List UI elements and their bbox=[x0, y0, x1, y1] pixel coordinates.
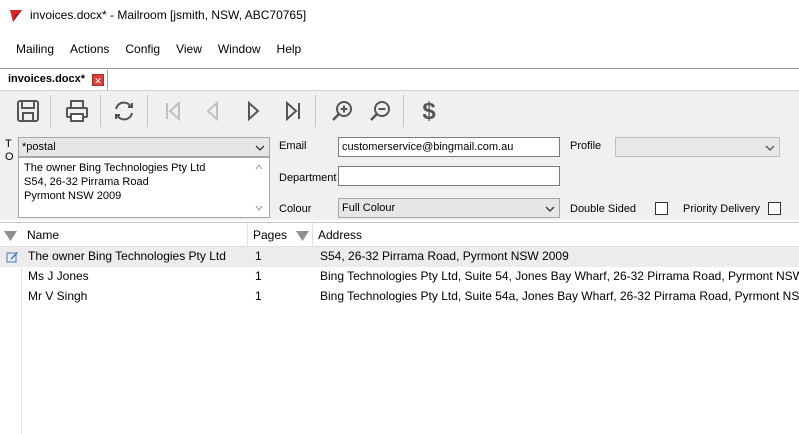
column-header-address[interactable]: Address bbox=[313, 223, 799, 247]
profile-label: Profile bbox=[570, 140, 602, 152]
email-label: Email bbox=[279, 140, 307, 152]
cell-address: Bing Technologies Pty Ltd, Suite 54a, Jo… bbox=[320, 289, 799, 303]
recipients-grid: Name Pages Address The owner Bing Techno… bbox=[0, 222, 799, 434]
cell-name: Ms J Jones bbox=[28, 269, 89, 283]
column-header-pages[interactable]: Pages bbox=[248, 223, 313, 247]
department-label: Department bbox=[279, 172, 337, 184]
previous-page-icon bbox=[206, 100, 218, 122]
filter-icon[interactable] bbox=[4, 231, 17, 241]
cell-name: Mr V Singh bbox=[28, 289, 88, 303]
menu-actions[interactable]: Actions bbox=[62, 38, 117, 60]
priority-delivery-checkbox[interactable] bbox=[768, 202, 781, 215]
email-field[interactable]: customerservice@bingmail.com.au bbox=[338, 137, 560, 157]
table-row[interactable]: Mr V Singh 1 Bing Technologies Pty Ltd, … bbox=[0, 287, 799, 307]
filter-icon[interactable] bbox=[296, 231, 309, 241]
chevron-down-icon bbox=[255, 145, 265, 151]
menu-window[interactable]: Window bbox=[210, 38, 269, 60]
colour-select[interactable]: Full Colour bbox=[338, 198, 560, 218]
first-page-button[interactable] bbox=[156, 93, 190, 129]
address-line-2: S54, 26-32 Pirrama Road bbox=[24, 176, 149, 188]
print-button[interactable] bbox=[60, 93, 94, 129]
document-tab-strip: invoices.docx* ✕ bbox=[0, 68, 799, 90]
print-icon bbox=[66, 100, 88, 122]
recipient-form: T O *postal The owner Bing Technologies … bbox=[0, 132, 799, 220]
tab-invoices-docx[interactable]: invoices.docx* ✕ bbox=[2, 70, 108, 90]
to-label: T O bbox=[5, 138, 14, 163]
window-title: invoices.docx* - Mailroom [jsmith, NSW, … bbox=[30, 8, 307, 22]
zoom-out-button[interactable] bbox=[363, 93, 397, 129]
priority-delivery-label: Priority Delivery bbox=[683, 203, 761, 215]
chevron-down-icon bbox=[765, 145, 775, 151]
zoom-out-icon bbox=[370, 101, 390, 121]
edit-pencil-icon bbox=[6, 252, 18, 263]
address-line-1: The owner Bing Technologies Pty Ltd bbox=[24, 162, 206, 174]
delivery-method-select[interactable]: *postal bbox=[18, 137, 270, 157]
refresh-button[interactable] bbox=[107, 93, 141, 129]
chevron-down-icon[interactable] bbox=[255, 204, 263, 212]
toolbar: $ bbox=[0, 90, 799, 132]
cell-pages: 1 bbox=[255, 249, 262, 263]
column-header-name[interactable]: Name bbox=[22, 223, 248, 247]
save-button[interactable] bbox=[11, 93, 45, 129]
menu-help[interactable]: Help bbox=[269, 38, 310, 60]
zoom-in-button[interactable] bbox=[325, 93, 359, 129]
tab-label: invoices.docx* bbox=[8, 73, 86, 85]
previous-page-button[interactable] bbox=[196, 93, 230, 129]
chevron-down-icon bbox=[545, 206, 555, 212]
menu-view[interactable]: View bbox=[168, 38, 210, 60]
menu-mailing[interactable]: Mailing bbox=[0, 38, 62, 60]
cost-button[interactable]: $ bbox=[412, 93, 446, 129]
delivery-method-value: *postal bbox=[22, 141, 56, 153]
table-row[interactable]: The owner Bing Technologies Pty Ltd 1 S5… bbox=[0, 247, 799, 267]
cell-address: Bing Technologies Pty Ltd, Suite 54, Jon… bbox=[320, 269, 799, 283]
close-icon[interactable]: ✕ bbox=[92, 74, 104, 86]
department-field[interactable] bbox=[338, 166, 560, 186]
email-value: customerservice@bingmail.com.au bbox=[342, 141, 514, 153]
address-textarea[interactable]: The owner Bing Technologies Pty Ltd S54,… bbox=[18, 157, 270, 218]
svg-text:$: $ bbox=[422, 98, 436, 124]
cell-name: The owner Bing Technologies Pty Ltd bbox=[28, 249, 226, 263]
save-icon bbox=[17, 100, 39, 122]
double-sided-label: Double Sided bbox=[570, 203, 637, 215]
colour-value: Full Colour bbox=[342, 202, 396, 214]
table-row[interactable]: Ms J Jones 1 Bing Technologies Pty Ltd, … bbox=[0, 267, 799, 287]
title-bar: invoices.docx* - Mailroom [jsmith, NSW, … bbox=[0, 0, 799, 32]
menu-config[interactable]: Config bbox=[117, 38, 168, 60]
last-page-icon bbox=[286, 100, 300, 122]
grid-header: Name Pages Address bbox=[0, 223, 799, 247]
cell-address: S54, 26-32 Pirrama Road, Pyrmont NSW 200… bbox=[320, 249, 569, 263]
dollar-icon: $ bbox=[422, 98, 436, 124]
menu-bar: Mailing Actions Config View Window Help bbox=[0, 38, 799, 60]
next-page-icon bbox=[248, 100, 260, 122]
profile-select[interactable] bbox=[615, 137, 780, 157]
address-line-3: Pyrmont NSW 2009 bbox=[24, 190, 122, 202]
chevron-up-icon[interactable] bbox=[255, 163, 263, 171]
cell-pages: 1 bbox=[255, 289, 262, 303]
cell-pages: 1 bbox=[255, 269, 262, 283]
colour-label: Colour bbox=[279, 203, 312, 215]
double-sided-checkbox[interactable] bbox=[655, 202, 668, 215]
next-page-button[interactable] bbox=[236, 93, 270, 129]
mailroom-arrow-icon bbox=[10, 10, 22, 22]
first-page-icon bbox=[166, 100, 180, 122]
last-page-button[interactable] bbox=[276, 93, 310, 129]
zoom-in-icon bbox=[332, 101, 352, 121]
refresh-icon bbox=[115, 101, 133, 121]
